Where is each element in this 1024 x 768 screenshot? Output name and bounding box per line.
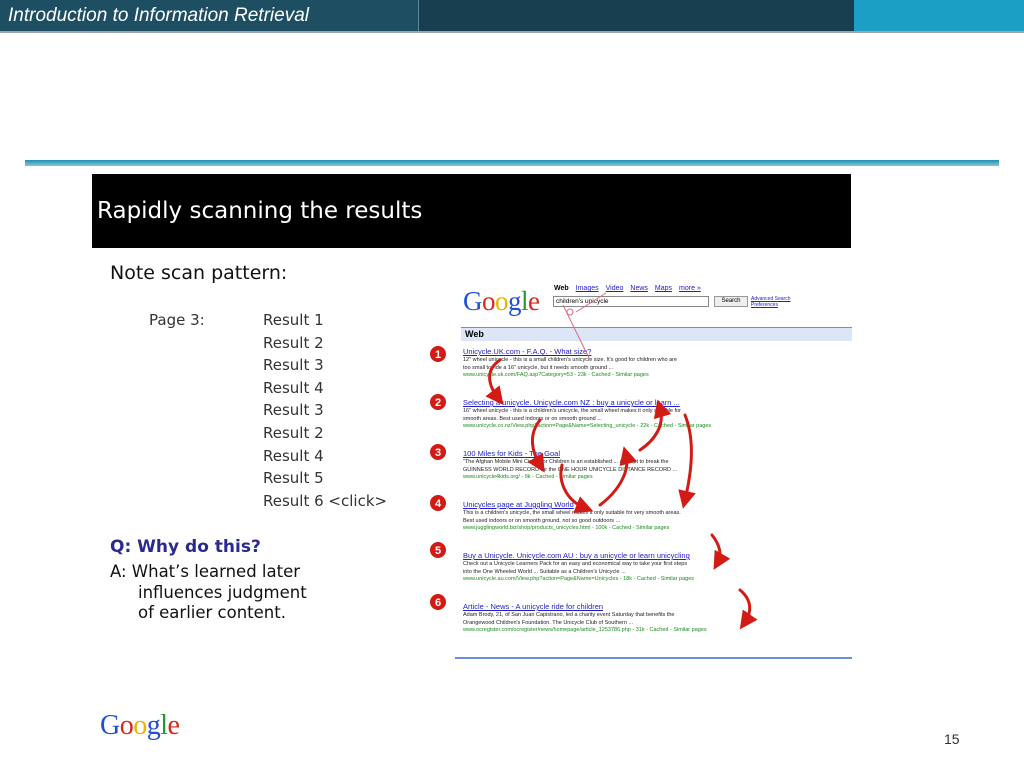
badge-number: 3 [435,447,441,459]
gaze-point [566,308,574,316]
footer-google-logo: Google [100,710,180,741]
badge-number: 4 [435,498,442,510]
gaze-line [575,292,607,313]
scan-arrow [710,533,731,570]
scan-arrows [485,358,758,630]
scan-arrow [485,358,504,406]
scan-arrow [598,446,638,507]
scan-arrow [527,418,545,473]
gaze-lines [562,292,607,361]
badge-number: 2 [435,397,441,409]
result-number-badges: 1 2 3 4 5 6 [430,346,446,610]
scan-arrow [738,588,758,630]
scan-arrow [678,413,696,509]
badge-number: 1 [435,349,441,361]
scan-arrow [638,399,672,452]
page-number: 15 [944,731,960,747]
scan-arrow [559,463,594,514]
scan-path-overlay: 1 2 3 4 5 6 [430,292,758,630]
badge-number: 6 [435,597,441,609]
badge-number: 5 [435,545,441,557]
